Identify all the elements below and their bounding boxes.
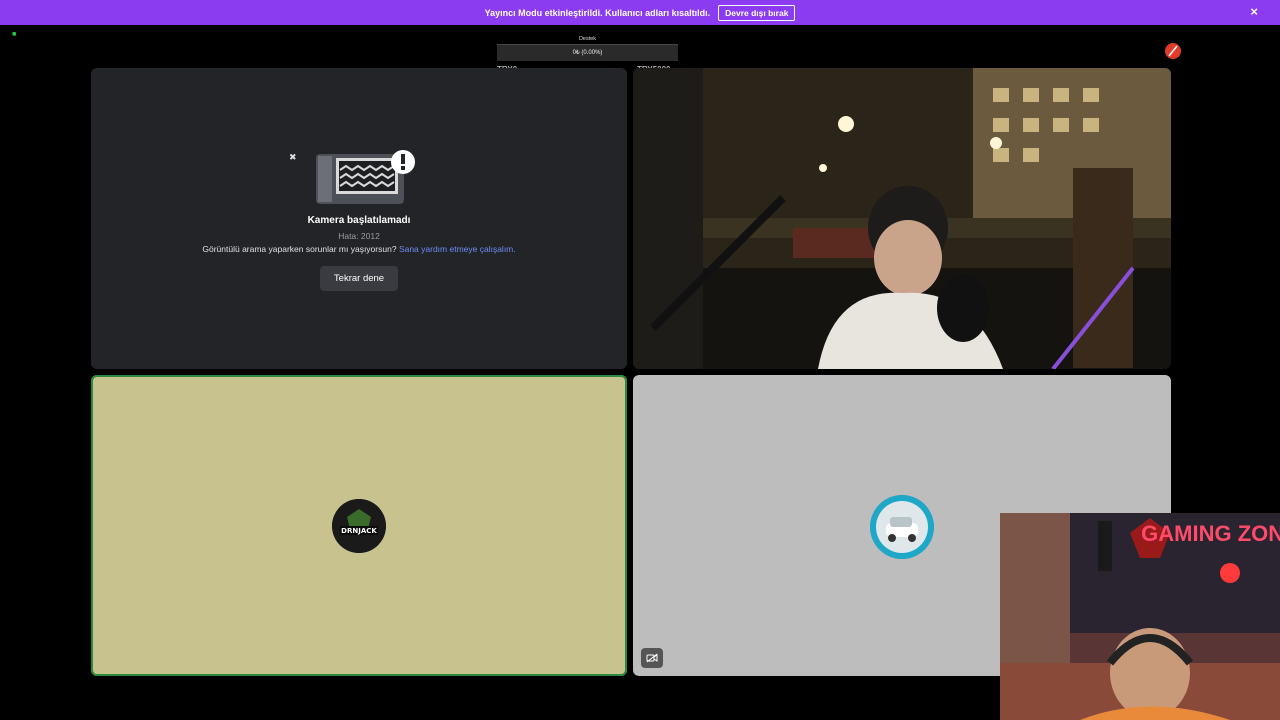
donation-progress-bar: 0₺ (0.00%) (497, 44, 678, 61)
overlay-neon-text: GAMING ZONE (1141, 521, 1280, 546)
video-tile-camera-error[interactable]: ✖ Kamera başlatılamadı Hata: 2012 Görünt… (91, 68, 627, 369)
streamer-mode-banner: Yayıncı Modu etkinleştirildi. Kullanıcı … (0, 0, 1280, 25)
streamer-webcam-image: GAMING ZONE (1000, 513, 1280, 720)
streamer-webcam-overlay: GAMING ZONE (1000, 513, 1280, 720)
donation-widget: Destek 0₺ (0.00%) (497, 35, 678, 65)
video-tile-speaking[interactable]: DRNJACK (91, 375, 627, 676)
svg-text:✖: ✖ (289, 153, 297, 163)
user-avatar (870, 495, 934, 559)
banner-text: Yayıncı Modu etkinleştirildi. Kullanıcı … (484, 7, 711, 18)
video-tile-webcam[interactable] (633, 68, 1171, 369)
camera-error-code: Hata: 2012 (338, 231, 380, 241)
retry-button[interactable]: Tekrar dene (320, 266, 398, 291)
webcam-scene-image (633, 68, 1171, 369)
feather-logo-icon (1165, 43, 1181, 59)
drnjack-logo-icon: DRNJACK (332, 499, 386, 553)
avatar-label: DRNJACK (341, 527, 377, 535)
camera-error-illustration-icon: ✖ (289, 150, 415, 204)
donation-title: Destek (578, 36, 597, 42)
user-avatar: DRNJACK (332, 499, 386, 553)
corner-badge: ■ (12, 31, 16, 38)
disable-streamer-mode-button[interactable]: Devre dışı bırak (718, 4, 796, 21)
car-avatar-icon (870, 495, 934, 559)
camera-error-help: Görüntülü arama yaparken sorunlar mı yaş… (91, 244, 627, 254)
camera-error-title: Kamera başlatılamadı (307, 215, 411, 226)
camera-off-icon[interactable] (641, 648, 663, 668)
help-link[interactable]: Sana yardım etmeye çalışalım. (399, 244, 516, 254)
close-icon[interactable]: × (1250, 5, 1258, 19)
status-dot-icon: ■ (12, 31, 17, 38)
help-text: Görüntülü arama yaparken sorunlar mı yaş… (202, 244, 397, 254)
